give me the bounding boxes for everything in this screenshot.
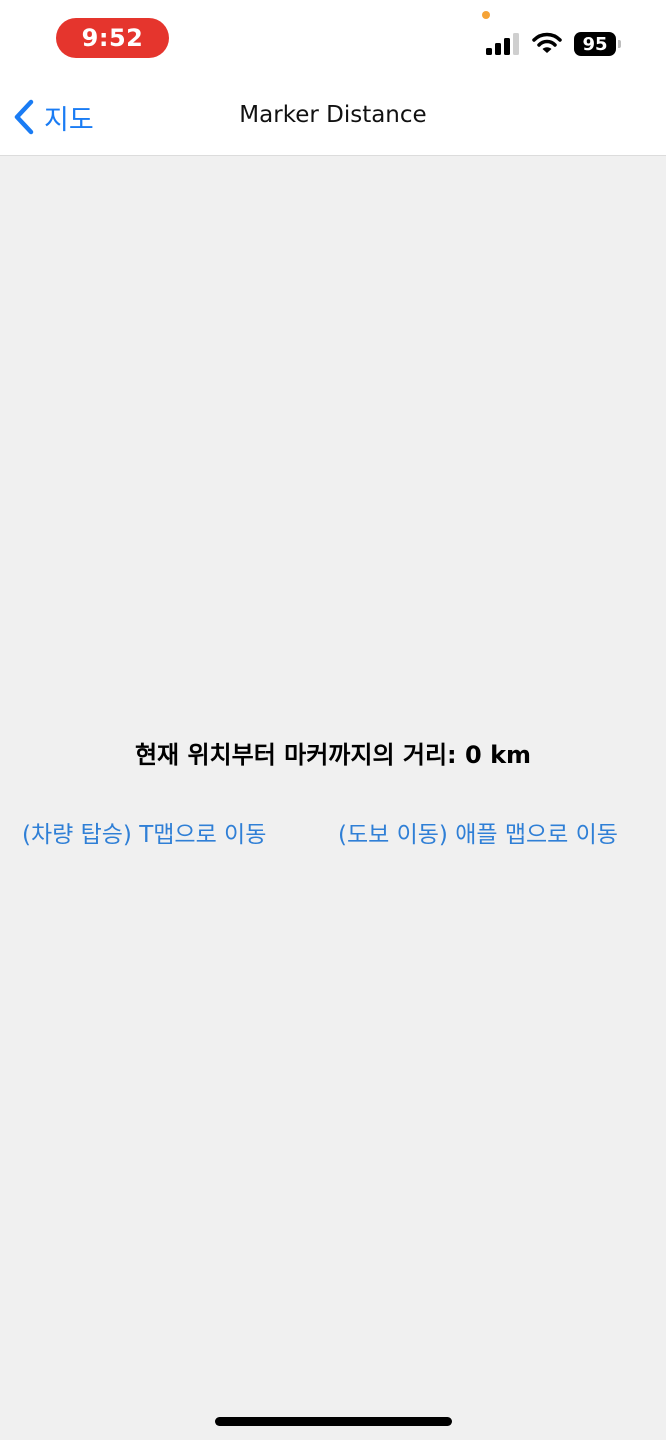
page-title: Marker Distance (239, 102, 427, 128)
wifi-icon (532, 32, 562, 53)
privacy-indicator-dot (482, 11, 490, 19)
battery-tip (618, 40, 621, 48)
distance-label: 현재 위치부터 마커까지의 거리: 0 km (134, 741, 532, 769)
top-area: 9:52 95 지도 Marker Distance (0, 0, 666, 156)
apple-maps-navigation-button[interactable]: (도보 이동) 애플 맵으로 이동 (338, 815, 618, 849)
cellular-signal-icon (486, 33, 519, 55)
status-bar: 9:52 95 (0, 0, 666, 80)
battery-level: 95 (574, 32, 616, 56)
navigation-bar: 지도 Marker Distance (0, 80, 666, 155)
tmap-navigation-button[interactable]: (차량 탑승) T맵으로 이동 (22, 815, 266, 849)
battery-icon: 95 (574, 32, 622, 56)
status-time[interactable]: 9:52 (56, 18, 169, 58)
home-indicator[interactable] (215, 1417, 452, 1426)
